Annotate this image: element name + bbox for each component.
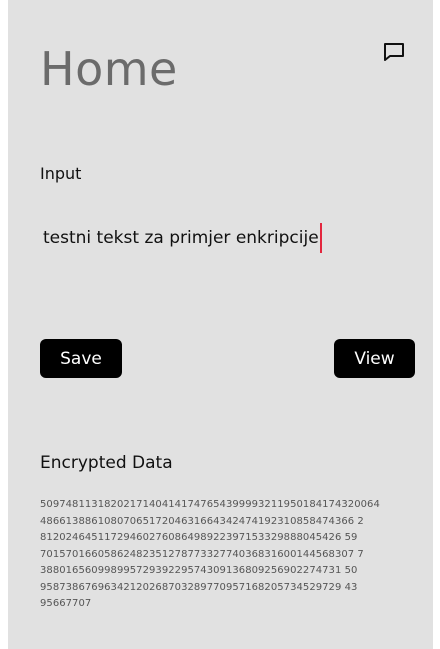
encrypted-line: 8120246451172946027608649892239715332988… bbox=[40, 532, 358, 543]
input-label: Input bbox=[40, 164, 82, 183]
encrypted-line: 4866138861080706517204631664342474192310… bbox=[40, 515, 364, 527]
page-title: Home bbox=[40, 42, 178, 96]
home-screen: Home Input testni tekst za primjer enkri… bbox=[8, 0, 433, 649]
text-caret bbox=[319, 223, 322, 253]
encrypted-line: 9587386769634212026870328977095716820573… bbox=[40, 581, 358, 593]
view-button[interactable]: View bbox=[334, 339, 415, 378]
encrypted-line: 5097481131820217140414174765439999321195… bbox=[40, 499, 380, 510]
encrypted-data-label: Encrypted Data bbox=[40, 453, 173, 473]
encrypted-line: 3880165609989957293922957430913680925690… bbox=[40, 565, 358, 576]
text-input[interactable]: testni tekst za primjer enkripcije bbox=[40, 218, 413, 258]
message-square-icon[interactable] bbox=[382, 40, 406, 64]
encrypted-line: 95667707 bbox=[40, 598, 92, 609]
encrypted-line: 7015701660586248235127877332774036831600… bbox=[40, 548, 364, 560]
encrypted-data-output: 5097481131820217140414174765439999321195… bbox=[40, 497, 433, 613]
save-button[interactable]: Save bbox=[40, 339, 122, 378]
input-value: testni tekst za primjer enkripcije bbox=[43, 228, 319, 248]
